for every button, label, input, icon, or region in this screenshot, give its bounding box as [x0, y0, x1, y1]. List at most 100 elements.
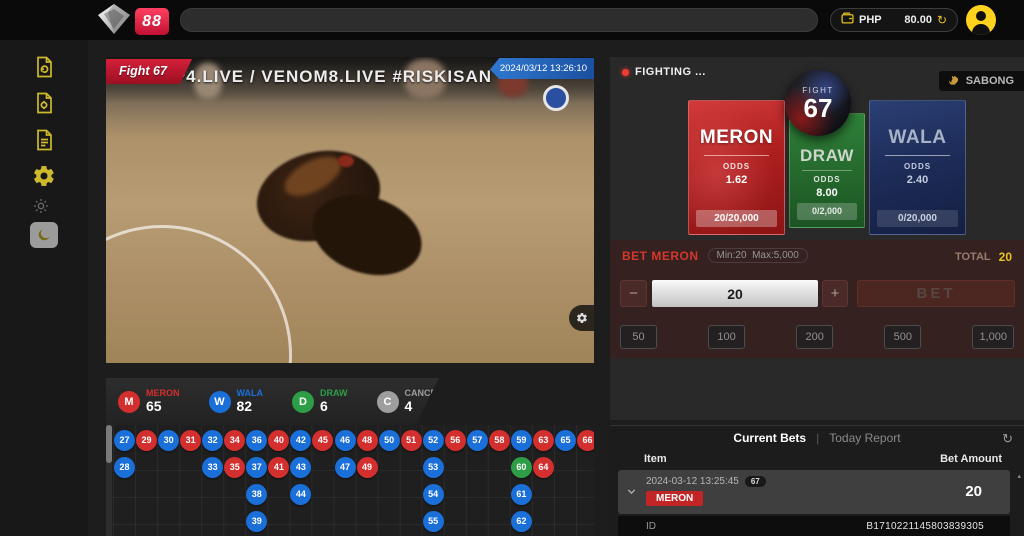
stat-draw: DDRAW6: [292, 389, 348, 414]
total-label: TOTAL: [955, 251, 991, 263]
chip-500[interactable]: 500: [884, 325, 921, 349]
ds88-logo[interactable]: 88: [96, 3, 169, 40]
video-settings-gear-icon[interactable]: [569, 305, 594, 331]
game-badge: SABONG: [939, 71, 1024, 91]
result-circle-36: 36: [246, 430, 267, 451]
live-video-player[interactable]: UCUP4.LIVE / VENOM8.LIVE #RISKISAN Fight…: [106, 57, 594, 363]
avatar-body: [972, 24, 990, 35]
bet-records-icon[interactable]: [32, 55, 56, 79]
result-circle-41: 41: [268, 457, 289, 478]
result-circle-37: 37: [246, 457, 267, 478]
status-dot-icon: [622, 69, 629, 76]
avatar-head: [976, 11, 986, 21]
chip-1000[interactable]: 1,000: [972, 325, 1014, 349]
bet-button[interactable]: BET: [857, 280, 1015, 307]
ds-diamond-icon: [96, 3, 132, 40]
sidebar: [0, 40, 88, 536]
divider: [704, 155, 769, 156]
refresh-balance-icon[interactable]: ↻: [937, 14, 947, 26]
result-circle-59: 59: [511, 430, 532, 451]
tab-today-report[interactable]: Today Report: [829, 431, 900, 445]
bet-amount-input[interactable]: [652, 280, 818, 307]
bets-scroll-up-icon[interactable]: ▴: [1017, 472, 1021, 480]
meron-bet-card[interactable]: MERON ODDS 1.62 20/20,000: [688, 100, 785, 235]
currency-code: PHP: [859, 14, 882, 26]
bet-limits: Min:20 Max:5,000: [708, 248, 808, 263]
chip-50[interactable]: 50: [620, 325, 657, 349]
wala-letter-icon: W: [209, 391, 231, 413]
current-bets-panel: Current Bets | Today Report ↻ Item Bet A…: [610, 425, 1024, 536]
meron-letter-icon: M: [118, 391, 140, 413]
divider: [802, 170, 852, 171]
rooster-icon: [947, 73, 961, 90]
decrease-amount-button[interactable]: −: [620, 280, 647, 307]
wala-bet-card[interactable]: WALA ODDS 2.40 0/20,000: [869, 100, 966, 235]
welcome-banner: Welcome to DS88! Enjoy the best online s…: [180, 8, 818, 32]
increase-amount-button[interactable]: +: [822, 280, 848, 307]
stat-cancel: CCANCEL4: [377, 389, 443, 414]
game-badge-label: SABONG: [966, 75, 1014, 87]
result-circle-39: 39: [246, 511, 267, 532]
light-theme-sun-icon[interactable]: [33, 198, 55, 220]
grid-scrollbar-thumb[interactable]: [106, 425, 112, 463]
chip-200[interactable]: 200: [796, 325, 833, 349]
game-results-icon[interactable]: [32, 91, 56, 115]
betting-panel: FIGHTING ... SABONG FIGHT 67 MERON ODDS …: [610, 57, 1024, 420]
topbar: 88 Welcome to DS88! Enjoy the best onlin…: [0, 0, 1024, 40]
status-text: FIGHTING ...: [635, 66, 706, 78]
stat-count: 65: [146, 399, 180, 414]
result-circle-54: 54: [423, 484, 444, 505]
odds-label: ODDS: [904, 162, 931, 171]
result-circle-61: 61: [511, 484, 532, 505]
wala-pool: 0/20,000: [877, 210, 958, 227]
chip-100[interactable]: 100: [708, 325, 745, 349]
col-item: Item: [644, 453, 667, 465]
result-circle-47: 47: [335, 457, 356, 478]
logo-88-text: 88: [135, 8, 169, 35]
bet-id-value: B1710221145803839305: [866, 521, 984, 532]
result-circle-57: 57: [467, 430, 488, 451]
cancel-letter-icon: C: [377, 391, 399, 413]
grid-scrollbar[interactable]: [106, 425, 112, 536]
result-circle-55: 55: [423, 511, 444, 532]
draw-odds: 8.00: [816, 187, 837, 199]
fight-number-ball: FIGHT 67: [785, 70, 851, 136]
draw-letter-icon: D: [292, 391, 314, 413]
dark-theme-moon-icon[interactable]: [30, 222, 58, 248]
bet-row-main: 2024-03-12 13:25:45 67 MERON: [646, 476, 766, 506]
result-circle-49: 49: [357, 457, 378, 478]
currency-wallet[interactable]: PHP 80.00 ↻: [830, 8, 958, 32]
bet-amount-value: 20: [965, 483, 982, 500]
total-value: 20: [999, 250, 1012, 264]
divider: [885, 155, 950, 156]
refresh-bets-icon[interactable]: ↻: [1002, 431, 1013, 447]
user-avatar-icon[interactable]: [966, 5, 996, 35]
stat-count: 6: [320, 399, 348, 414]
video-logo-emblem: [543, 85, 569, 111]
result-circle-34: 34: [224, 430, 245, 451]
result-circle-53: 53: [423, 457, 444, 478]
result-circle-27: 27: [114, 430, 135, 451]
result-circle-30: 30: [158, 430, 179, 451]
wala-odds: 2.40: [907, 174, 928, 186]
result-circle-62: 62: [511, 511, 532, 532]
wala-title: WALA: [889, 127, 947, 149]
meron-title: MERON: [700, 127, 773, 149]
bet-row[interactable]: 2024-03-12 13:25:45 67 MERON 20: [618, 470, 1010, 514]
rules-icon[interactable]: [32, 128, 56, 152]
settings-gear-icon[interactable]: [32, 164, 56, 188]
odds-label: ODDS: [813, 175, 840, 184]
result-circle-45: 45: [312, 430, 333, 451]
tab-current-bets[interactable]: Current Bets: [733, 431, 806, 445]
meron-odds: 1.62: [726, 174, 747, 186]
meron-pool: 20/20,000: [696, 210, 777, 227]
bet-id-label: ID: [646, 521, 656, 532]
bet-entry-zone: BET MERON Min:20 Max:5,000 TOTAL 20 − + …: [610, 240, 1024, 358]
result-circle-56: 56: [445, 430, 466, 451]
history-stats: MMERON65WWALA82DDRAW6CCANCEL4: [106, 378, 439, 425]
result-circle-51: 51: [401, 430, 422, 451]
bet-fight-number-chip: 67: [745, 476, 766, 487]
history-grid: 2728293031323334353637383940414243444546…: [106, 425, 594, 536]
chevron-down-icon[interactable]: [625, 485, 638, 498]
result-circle-44: 44: [290, 484, 311, 505]
